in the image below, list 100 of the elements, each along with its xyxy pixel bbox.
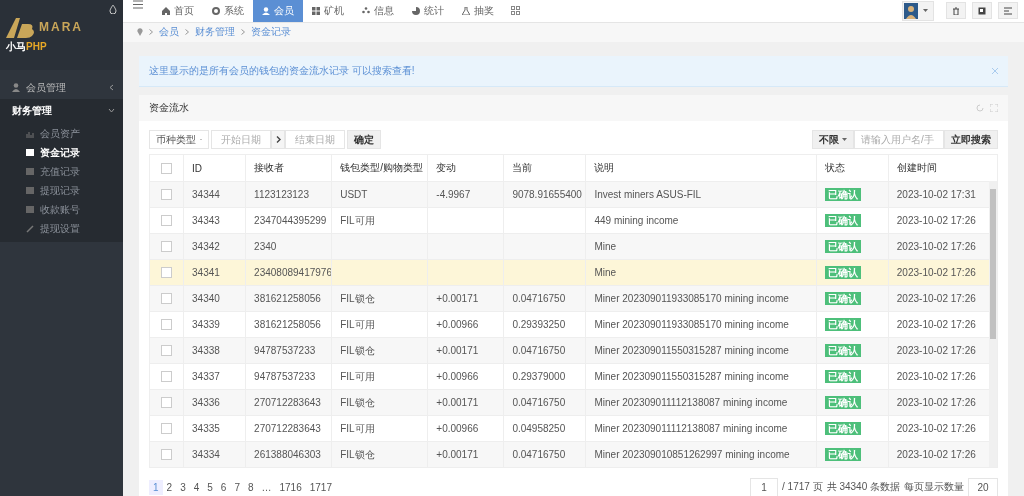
table-cell: 34337 — [192, 371, 220, 382]
table-cell: 449 mining income — [594, 215, 679, 226]
checkbox[interactable] — [161, 267, 172, 278]
nav-tab[interactable]: 抽奖 — [453, 0, 503, 22]
date-field[interactable]: 结束日期 — [285, 130, 345, 149]
status-badge: 已确认 — [824, 317, 861, 331]
checkbox[interactable] — [161, 345, 172, 356]
submenu-item[interactable]: 充值记录 — [0, 162, 123, 181]
wrench-icon — [26, 224, 34, 233]
page-link[interactable]: 8 — [243, 479, 258, 495]
table-cell: Mine — [594, 267, 617, 278]
nav-tab[interactable]: 首页 — [153, 0, 203, 22]
checkbox[interactable] — [161, 189, 172, 200]
menu-icon[interactable] — [133, 0, 143, 9]
list-button[interactable] — [998, 2, 1018, 20]
flask-icon — [462, 6, 470, 15]
checkbox[interactable] — [161, 423, 172, 434]
user-menu[interactable] — [902, 0, 934, 21]
table-cell: +0.00966 — [436, 371, 479, 382]
location-icon — [137, 28, 143, 37]
caret-icon — [923, 9, 928, 13]
table-cell: 381621258056 — [254, 293, 321, 304]
page-input[interactable]: 1 — [750, 477, 779, 496]
status-badge: 已确认 — [824, 187, 861, 201]
per-page-field[interactable]: 20 — [968, 477, 998, 496]
grid-icon[interactable] — [511, 6, 520, 16]
status-badge: 已确认 — [824, 343, 861, 357]
coin-type-select[interactable]: 币种类型 — [149, 130, 209, 149]
checkbox[interactable] — [161, 241, 172, 252]
table-cell: 34343 — [192, 215, 220, 226]
table-cell: FIL可用 — [340, 318, 375, 330]
scrollbar[interactable] — [989, 181, 997, 467]
page-link[interactable]: 6 — [216, 479, 231, 495]
checkbox[interactable] — [161, 371, 172, 382]
table-cell: FIL锁仓 — [340, 396, 375, 408]
bar-chart-icon — [26, 129, 34, 138]
date-field[interactable]: 开始日期 — [211, 130, 271, 149]
search-field[interactable]: 请输入用户名/手 — [854, 130, 944, 149]
page-link[interactable]: 7 — [230, 479, 244, 495]
fullscreen-button[interactable] — [972, 2, 992, 20]
trash-button[interactable] — [946, 2, 966, 20]
table-cell: 34344 — [192, 189, 220, 200]
table-cell: 34334 — [192, 449, 220, 460]
card-icon — [26, 206, 34, 213]
chevron-icon — [241, 29, 245, 36]
refresh-icon[interactable] — [976, 104, 984, 112]
chevron-down-icon — [108, 107, 115, 114]
menu-item[interactable]: 财务管理 — [0, 99, 123, 122]
page-link[interactable]: 2 — [162, 479, 177, 495]
nav-tab[interactable]: 信息 — [353, 0, 403, 22]
table-cell: USDT — [340, 189, 368, 200]
table-cell: 9078.91655400 — [512, 189, 582, 200]
table-cell: 34342 — [192, 241, 220, 252]
table-cell: +0.00171 — [436, 345, 479, 356]
close-icon[interactable] — [992, 68, 998, 74]
checkbox[interactable] — [161, 215, 172, 226]
table-cell: +0.00171 — [436, 397, 479, 408]
page-link[interactable]: 3 — [176, 479, 190, 495]
nav-tab[interactable]: 统计 — [403, 0, 453, 22]
table-cell: Miner 202309011550315287 mining income — [594, 371, 789, 382]
panel-title: 资金流水 — [149, 101, 190, 115]
table-cell: 2023-10-02 17:26 — [896, 423, 976, 434]
checkbox[interactable] — [161, 449, 172, 460]
column-header: 状态 — [816, 154, 889, 182]
nav-tab[interactable]: 矿机 — [303, 0, 353, 22]
chevron-left-icon — [108, 84, 115, 91]
table-cell: 2023-10-02 17:26 — [896, 371, 976, 382]
table-cell: Miner 202309011112138087 mining income — [594, 423, 788, 434]
nav-tab[interactable]: 系统 — [203, 0, 253, 22]
menu-item[interactable]: 会员管理 — [0, 76, 123, 99]
page-link[interactable]: 1717 — [305, 479, 336, 495]
submenu-item[interactable]: 资金记录 — [0, 143, 123, 162]
column-header: 变动 — [427, 154, 504, 182]
search-button[interactable]: 立即搜索 — [944, 130, 998, 149]
table-cell: 0.04716750 — [512, 345, 566, 356]
card-icon — [26, 187, 34, 194]
table-cell: Miner 202309010851262997 mining income — [594, 449, 790, 460]
checkbox[interactable] — [161, 319, 172, 330]
table-cell: 2347044395299 — [254, 215, 327, 226]
submenu-item[interactable]: 收款账号 — [0, 200, 123, 219]
checkbox[interactable] — [161, 293, 172, 304]
scope-select[interactable]: 不限 — [812, 130, 854, 149]
expand-icon[interactable] — [990, 104, 998, 112]
submenu-item[interactable]: 会员资产 — [0, 124, 123, 143]
windows-icon — [312, 6, 320, 15]
page-link[interactable]: 1716 — [275, 479, 306, 495]
page-link[interactable]: 5 — [203, 479, 217, 495]
checkbox[interactable] — [161, 397, 172, 408]
page-link[interactable]: 4 — [189, 479, 204, 495]
table-cell: FIL可用 — [340, 422, 375, 434]
column-header: 接收者 — [245, 154, 332, 182]
status-badge: 已确认 — [824, 395, 861, 409]
chevron-icon — [149, 29, 153, 36]
page-link[interactable]: … — [257, 479, 276, 495]
submenu-item[interactable]: 提现设置 — [0, 219, 123, 238]
checkbox[interactable] — [161, 162, 172, 174]
page-count: / 1717 页 — [782, 480, 823, 494]
card-icon — [26, 149, 34, 156]
submenu-item[interactable]: 提现记录 — [0, 181, 123, 200]
confirm-button[interactable]: 确定 — [347, 130, 381, 149]
